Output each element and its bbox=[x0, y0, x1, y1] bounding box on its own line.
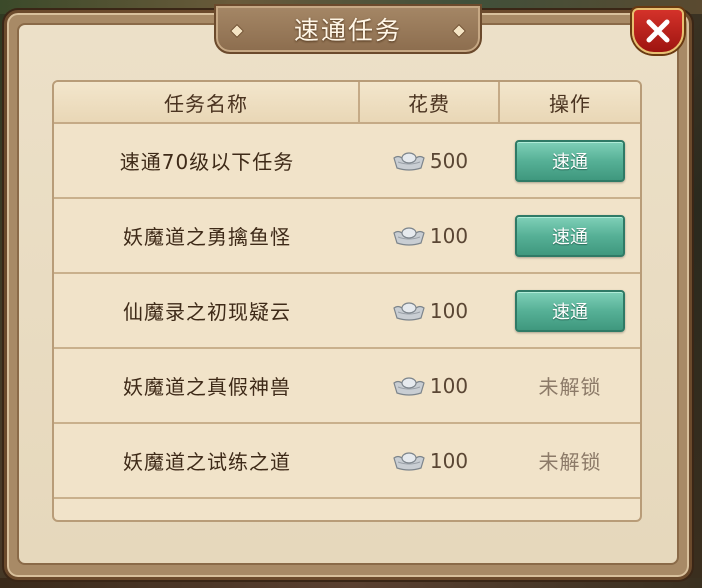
quick-complete-button[interactable]: 速通 bbox=[515, 214, 625, 257]
task-cost-cell: 100 bbox=[360, 349, 500, 422]
locked-status: 未解锁 bbox=[538, 375, 602, 399]
cost-display: 100 bbox=[392, 374, 468, 398]
dialog-title-tab: 速通任务 bbox=[214, 4, 482, 54]
silver-ingot-icon bbox=[393, 226, 425, 246]
table-body: 速通70级以下任务 500 速通 妖魔道之勇擒鱼怪 100 速通 仙魔录之初现疑云 10… bbox=[54, 124, 640, 499]
header-task-name: 任务名称 bbox=[54, 82, 360, 122]
task-name: 仙魔录之初现疑云 bbox=[123, 300, 291, 324]
task-action-cell: 速通 bbox=[500, 124, 640, 197]
task-name: 速通70级以下任务 bbox=[119, 150, 295, 174]
cost-value: 100 bbox=[429, 373, 469, 398]
task-name-cell: 速通70级以下任务 bbox=[54, 124, 360, 197]
cost-display: 100 bbox=[392, 224, 468, 248]
cost-value: 500 bbox=[429, 148, 469, 173]
close-button[interactable] bbox=[632, 8, 684, 54]
table-row: 速通70级以下任务 500 速通 bbox=[54, 124, 640, 199]
task-cost-cell: 100 bbox=[360, 424, 500, 497]
task-name-cell: 妖魔道之勇擒鱼怪 bbox=[54, 199, 360, 272]
task-cost-cell: 500 bbox=[360, 124, 500, 197]
cost-value: 100 bbox=[429, 448, 469, 473]
task-action-cell: 速通 bbox=[500, 199, 640, 272]
title-ornament-left-icon bbox=[229, 23, 245, 39]
task-name: 妖魔道之真假神兽 bbox=[123, 375, 291, 399]
cost-value: 100 bbox=[429, 298, 469, 323]
quick-complete-button[interactable]: 速通 bbox=[515, 139, 625, 182]
header-action: 操作 bbox=[549, 91, 591, 116]
close-x-icon bbox=[646, 19, 670, 43]
task-cost-cell: 100 bbox=[360, 199, 500, 272]
silver-ingot-icon bbox=[393, 451, 425, 471]
task-action-cell: 未解锁 bbox=[500, 349, 640, 422]
table-row: 妖魔道之试练之道 100 未解锁 bbox=[54, 424, 640, 499]
task-table: 任务名称 花费 操作 速通70级以下任务 500 速通 妖魔道之勇擒鱼怪 100 速通… bbox=[52, 80, 642, 522]
task-name-cell: 仙魔录之初现疑云 bbox=[54, 274, 360, 347]
task-name: 妖魔道之试练之道 bbox=[123, 450, 291, 474]
table-header: 任务名称 花费 操作 bbox=[54, 82, 640, 124]
locked-status: 未解锁 bbox=[538, 450, 602, 474]
task-name-cell: 妖魔道之真假神兽 bbox=[54, 349, 360, 422]
dialog-title: 速通任务 bbox=[293, 16, 402, 45]
header-cost: 花费 bbox=[360, 82, 500, 122]
task-action-cell: 未解锁 bbox=[500, 424, 640, 497]
silver-ingot-icon bbox=[393, 301, 425, 321]
table-row: 妖魔道之真假神兽 100 未解锁 bbox=[54, 349, 640, 424]
task-name: 妖魔道之勇擒鱼怪 bbox=[123, 225, 291, 249]
title-ornament-right-icon bbox=[451, 23, 467, 39]
silver-ingot-icon bbox=[393, 376, 425, 396]
task-action-cell: 速通 bbox=[500, 274, 640, 347]
table-row: 妖魔道之勇擒鱼怪 100 速通 bbox=[54, 199, 640, 274]
task-name-cell: 妖魔道之试练之道 bbox=[54, 424, 360, 497]
cost-value: 100 bbox=[429, 223, 469, 248]
task-cost-cell: 100 bbox=[360, 274, 500, 347]
cost-display: 100 bbox=[392, 449, 468, 473]
cost-display: 500 bbox=[392, 149, 468, 173]
silver-ingot-icon bbox=[393, 151, 425, 171]
table-row: 仙魔录之初现疑云 100 速通 bbox=[54, 274, 640, 349]
cost-display: 100 bbox=[392, 299, 468, 323]
quick-complete-button[interactable]: 速通 bbox=[515, 289, 625, 332]
